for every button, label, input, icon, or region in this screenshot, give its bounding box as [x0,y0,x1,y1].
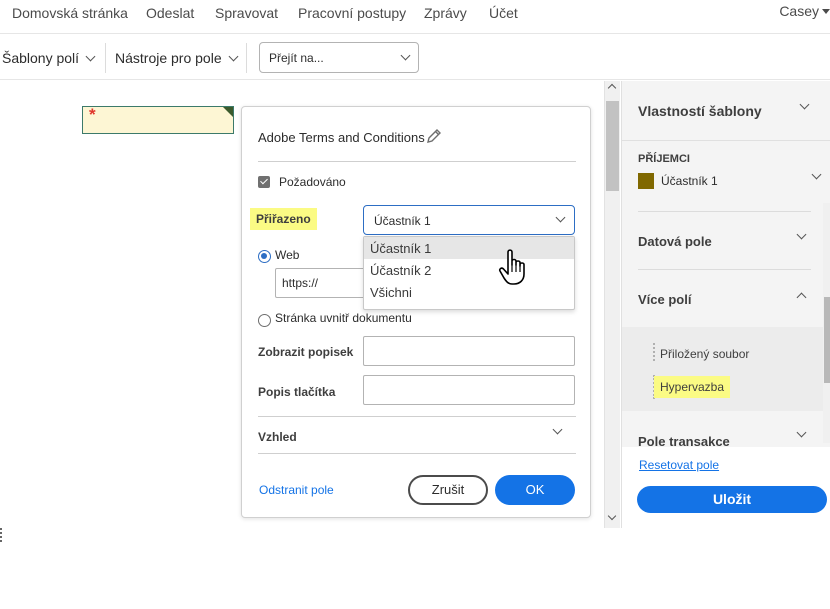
field-tools-menu[interactable]: Nástroje pro pole [115,50,239,66]
hyperlink-field[interactable]: * [82,105,234,134]
more-fields-label: Více polí [638,292,692,307]
chevron-down-icon[interactable] [799,99,810,110]
chevron-down-icon [85,51,96,61]
reset-fields-link[interactable]: Resetovat pole [639,458,719,472]
page-in-doc-radio[interactable] [258,314,271,327]
divider [258,416,576,417]
field-corner-marker [223,107,233,117]
hyperlink-item[interactable]: Hypervazba [654,376,731,398]
toolbar: Šablony polí Nástroje pro pole Přejít na… [0,35,830,80]
toolbar-divider [105,43,106,73]
data-fields-label: Datová pole [638,234,712,249]
field-title: Adobe Terms and Conditions [258,130,425,145]
chevron-down-icon[interactable] [552,424,563,435]
url-value: https:// [282,276,319,290]
panel-scrollbar-thumb[interactable] [824,297,830,383]
nav-account[interactable]: Účet [489,5,518,21]
assigned-label: Přiřazeno [250,208,317,230]
caret-down-icon [822,8,830,14]
more-fields-list: Přiložený soubor Hypervazba [622,327,823,411]
field-properties-popup: Adobe Terms and Conditions Požadováno Př… [241,106,591,518]
recipients-section: PŘÍJEMCI Účastník 1 [622,140,830,202]
scroll-up-icon[interactable] [607,83,617,93]
dropdown-option[interactable]: Všichni [364,281,574,303]
pencil-icon[interactable] [425,127,443,145]
divider [258,453,576,454]
nav-home[interactable]: Domovská stránka [12,5,128,21]
display-label-input[interactable] [363,336,575,366]
chevron-down-icon [228,51,239,61]
assigned-select[interactable]: Účastník 1 [363,205,575,235]
nav-manage[interactable]: Spravovat [215,5,278,21]
goto-select[interactable]: Přejít na... [259,42,419,73]
chevron-down-icon [400,50,411,61]
doc-edge-marker [0,528,2,542]
field-tools-label: Nástroje pro pole [115,50,222,66]
data-fields-section[interactable]: Datová pole [638,211,811,269]
recipient-name[interactable]: Účastník 1 [661,174,718,188]
ok-button[interactable]: OK [495,475,575,505]
transaction-fields-section[interactable]: Pole transakce [638,411,811,449]
cancel-button[interactable]: Zrušit [408,475,488,505]
chevron-down-icon[interactable] [811,169,822,180]
appearance-label: Vzhled [258,430,297,444]
document-scrollbar[interactable] [604,81,620,528]
field-templates-menu[interactable]: Šablony polí [2,50,96,66]
hand-cursor-icon [498,249,525,285]
panel-header: Vlastností šablony [638,103,762,119]
field-templates-label: Šablony polí [2,50,80,66]
save-button[interactable]: Uložit [637,486,827,513]
assigned-dropdown-list: Účastník 1 Účastník 2 Všichni [363,236,575,310]
delete-field-link[interactable]: Odstranit pole [259,483,334,497]
chevron-down-icon [555,212,566,223]
tree-line [653,343,655,361]
chevron-down-icon [796,427,807,438]
button-label-label: Popis tlačítka [258,385,336,399]
button-label-input[interactable] [363,375,575,405]
required-label: Požadováno [279,175,346,189]
chevron-down-icon [796,229,807,240]
nav-reports[interactable]: Zprávy [424,5,467,21]
chevron-up-icon [796,292,807,303]
more-fields-section[interactable]: Více polí [638,269,811,327]
web-radio[interactable] [258,250,271,263]
top-nav: Domovská stránka Odeslat Spravovat Praco… [0,0,830,34]
panel-scrollbar[interactable] [823,203,830,443]
dropdown-option[interactable]: Účastník 2 [364,259,574,281]
scrollbar-thumb[interactable] [606,101,619,191]
page-in-doc-label: Stránka uvnitř dokumentu [275,311,412,325]
scroll-down-icon[interactable] [607,511,617,521]
goto-placeholder: Přejít na... [269,50,324,65]
divider [258,161,576,162]
required-marker: * [89,105,96,124]
user-menu[interactable]: Casey [779,3,830,19]
nav-workflows[interactable]: Pracovní postupy [298,5,406,21]
assigned-value: Účastník 1 [374,214,431,228]
recipient-color-swatch [638,173,654,189]
recipients-label: PŘÍJEMCI [638,153,690,165]
attachment-item[interactable]: Přiložený soubor [660,347,749,361]
nav-send[interactable]: Odeslat [146,5,194,21]
display-label-label: Zobrazit popisek [258,345,354,359]
web-label: Web [275,248,300,262]
user-name: Casey [779,3,819,19]
required-checkbox[interactable] [258,176,270,188]
dropdown-option[interactable]: Účastník 1 [364,237,574,259]
toolbar-divider [246,43,247,73]
